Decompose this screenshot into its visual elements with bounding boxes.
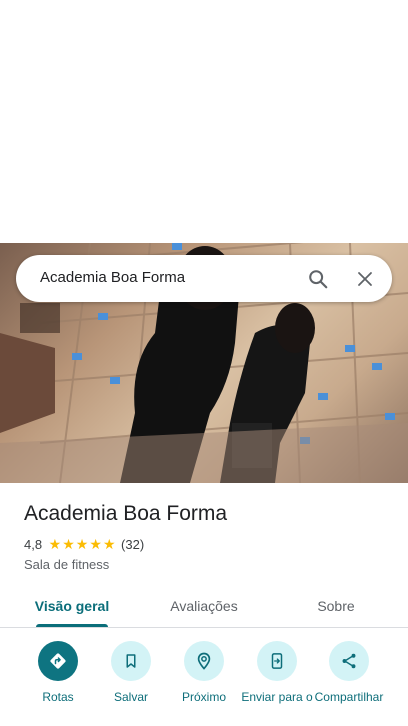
star-icon: ★ <box>102 536 116 552</box>
share-button-circle <box>329 641 369 681</box>
share-icon <box>342 653 356 669</box>
tab-about[interactable]: Sobre <box>288 585 384 627</box>
search-button[interactable] <box>302 263 334 295</box>
clear-search-button[interactable] <box>349 263 381 295</box>
tab-reviews[interactable]: Avaliações <box>156 585 252 627</box>
rating-row[interactable]: 4,8 ★ ★ ★ ★ ★ (32) <box>24 536 144 552</box>
send-to-phone-button[interactable]: Enviar para o <box>240 641 314 704</box>
nearby-icon <box>197 652 211 670</box>
action-buttons: Rotas Salvar Próximo Enviar para o Compa… <box>0 641 408 726</box>
nearby-button-circle <box>184 641 224 681</box>
place-title: Academia Boa Forma <box>24 502 228 525</box>
rating-value: 4,8 <box>24 536 43 552</box>
save-button[interactable]: Salvar <box>94 641 168 704</box>
tab-label: Sobre <box>317 598 355 614</box>
directions-button-circle <box>38 641 78 681</box>
tab-label: Visão geral <box>34 598 110 614</box>
bookmark-icon <box>126 654 136 668</box>
share-button[interactable]: Compartilhar <box>312 641 386 704</box>
nearby-button[interactable]: Próximo <box>167 641 241 704</box>
send-to-phone-label: Enviar para o <box>241 690 313 704</box>
search-icon <box>309 270 328 289</box>
review-count: (32) <box>121 536 145 552</box>
share-label: Compartilhar <box>314 690 384 704</box>
active-tab-indicator <box>36 624 108 627</box>
close-icon <box>358 272 372 286</box>
save-button-circle <box>111 641 151 681</box>
star-icon: ★ <box>75 536 89 552</box>
star-icon: ★ <box>62 536 75 552</box>
tab-label: Avaliações <box>170 598 238 614</box>
search-query-text[interactable]: Academia Boa Forma <box>40 269 185 286</box>
nearby-label: Próximo <box>181 690 226 704</box>
search-bar[interactable]: Academia Boa Forma <box>16 255 392 302</box>
place-category: Sala de fitness <box>24 557 110 572</box>
star-icon: ★ <box>48 536 62 552</box>
place-tabs: Visão geral Avaliações Sobre <box>0 585 408 628</box>
star-icon: ★ <box>89 536 102 552</box>
rating-stars: ★ ★ ★ ★ ★ <box>48 537 116 551</box>
directions-label: Rotas <box>42 690 74 704</box>
save-label: Salvar <box>113 690 148 704</box>
tab-overview[interactable]: Visão geral <box>24 585 120 627</box>
map-area-blank <box>0 0 408 243</box>
directions-icon <box>50 653 66 669</box>
send-to-phone-button-circle <box>257 641 297 681</box>
send-to-phone-icon <box>271 653 283 669</box>
directions-button[interactable]: Rotas <box>21 641 95 704</box>
